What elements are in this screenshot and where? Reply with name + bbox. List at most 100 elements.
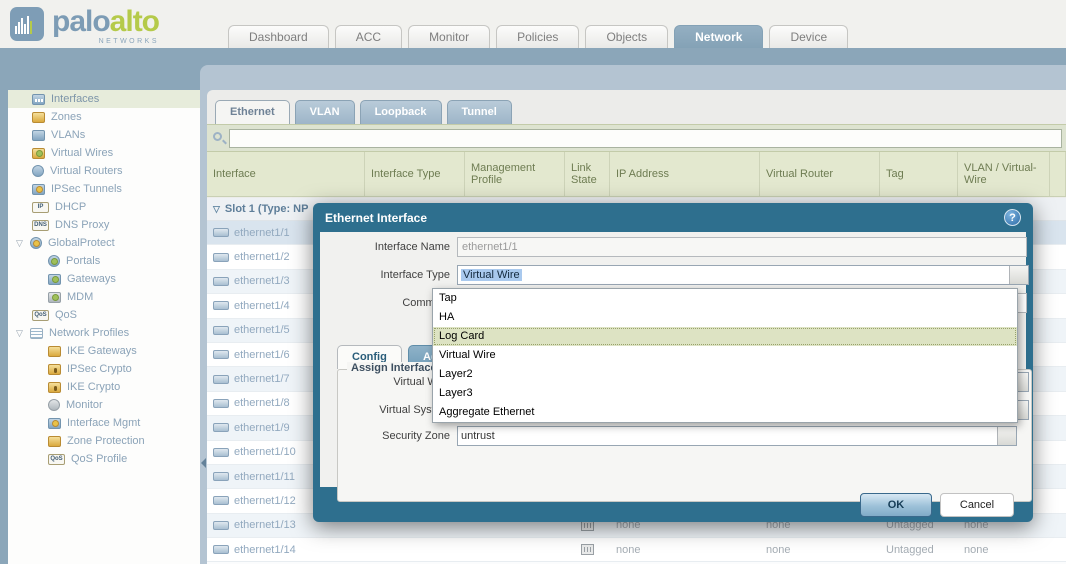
interface-type-select[interactable]: Virtual Wire — [457, 265, 1029, 285]
mdm-icon — [48, 292, 61, 303]
subtab-tunnel[interactable]: Tunnel — [447, 100, 512, 124]
tab-acc[interactable]: ACC — [335, 25, 402, 48]
sidebar-item-virtual-wires[interactable]: Virtual Wires — [8, 144, 200, 162]
interface-name-input[interactable] — [457, 237, 1027, 257]
interface-name[interactable]: ethernet1/9 — [234, 422, 290, 434]
sidebar-item-label: Monitor — [66, 399, 103, 411]
ethernet-port-icon — [213, 301, 229, 310]
interface-name[interactable]: ethernet1/6 — [234, 349, 290, 361]
interface-name[interactable]: ethernet1/7 — [234, 373, 290, 385]
tab-dashboard[interactable]: Dashboard — [228, 25, 329, 48]
ike-gateways-icon — [48, 346, 61, 357]
col-interface[interactable]: Interface — [207, 152, 365, 196]
sidebar-item-label: Interface Mgmt — [67, 417, 140, 429]
sidebar-item-mdm[interactable]: MDM — [8, 288, 200, 306]
sidebar-item-label: Virtual Routers — [50, 165, 123, 177]
sidebar-item-dns-proxy[interactable]: DNS DNS Proxy — [8, 216, 200, 234]
sidebar-item-gateways[interactable]: Gateways — [8, 270, 200, 288]
sidebar-item-dhcp[interactable]: IP DHCP — [8, 198, 200, 216]
sidebar-splitter[interactable] — [200, 90, 207, 564]
table-header: Interface Interface Type Management Prof… — [207, 152, 1066, 197]
tab-monitor[interactable]: Monitor — [408, 25, 490, 48]
interface-name[interactable]: ethernet1/3 — [234, 275, 290, 287]
sidebar-item-qos[interactable]: QoS QoS — [8, 306, 200, 324]
tab-network[interactable]: Network — [674, 25, 763, 48]
sidebar-item-label: QoS — [55, 309, 77, 321]
sidebar-item-virtual-routers[interactable]: Virtual Routers — [8, 162, 200, 180]
tab-device[interactable]: Device — [769, 25, 848, 48]
tab-objects[interactable]: Objects — [585, 25, 668, 48]
col-ip-address[interactable]: IP Address — [610, 152, 760, 196]
col-link-state[interactable]: Link State — [565, 152, 610, 196]
collapse-sidebar-icon[interactable] — [201, 458, 206, 468]
ethernet-port-icon — [213, 423, 229, 432]
sidebar-item-ipsec-crypto[interactable]: IPSec Crypto — [8, 360, 200, 378]
sidebar-item-interfaces[interactable]: Interfaces — [8, 90, 200, 108]
search-input[interactable] — [229, 129, 1062, 148]
interface-name[interactable]: ethernet1/14 — [234, 544, 296, 556]
sidebar-item-ipsec-tunnels[interactable]: IPSec Tunnels — [8, 180, 200, 198]
main-nav-tabs: Dashboard ACC Monitor Policies Objects N… — [228, 25, 848, 48]
sidebar-item-ike-crypto[interactable]: IKE Crypto — [8, 378, 200, 396]
col-interface-type[interactable]: Interface Type — [365, 152, 465, 196]
dropdown-option-layer3[interactable]: Layer3 — [433, 384, 1017, 403]
interface-name[interactable]: ethernet1/10 — [234, 446, 296, 458]
subtab-ethernet[interactable]: Ethernet — [215, 100, 290, 124]
expander-icon[interactable]: ▽ — [16, 238, 30, 249]
expander-icon[interactable]: ▽ — [16, 328, 30, 339]
sidebar-item-monitor[interactable]: Monitor — [8, 396, 200, 414]
sidebar-item-globalprotect[interactable]: ▽ GlobalProtect — [8, 234, 200, 252]
logo-text-alto: alto — [110, 5, 159, 38]
sidebar-item-interface-mgmt[interactable]: Interface Mgmt — [8, 414, 200, 432]
interface-name[interactable]: ethernet1/11 — [234, 471, 295, 483]
sidebar-item-qos-profile[interactable]: QoS QoS Profile — [8, 450, 200, 468]
interfaces-icon — [32, 94, 45, 105]
interface-name[interactable]: ethernet1/4 — [234, 300, 290, 312]
ethernet-port-icon — [213, 399, 229, 408]
sidebar-item-ike-gateways[interactable]: IKE Gateways — [8, 342, 200, 360]
sidebar-item-label: Gateways — [67, 273, 116, 285]
subtab-loopback[interactable]: Loopback — [360, 100, 442, 124]
col-virtual-router[interactable]: Virtual Router — [760, 152, 880, 196]
security-zone-value: untrust — [461, 430, 495, 442]
dropdown-option-layer2[interactable]: Layer2 — [433, 365, 1017, 384]
virtual-routers-icon — [32, 165, 44, 177]
col-vlan-vwire[interactable]: VLAN / Virtual-Wire — [958, 152, 1050, 196]
chevron-down-icon[interactable] — [997, 427, 1016, 445]
help-icon[interactable]: ? — [1004, 209, 1021, 226]
dropdown-option-tap[interactable]: Tap — [433, 289, 1017, 308]
ethernet-port-icon — [213, 545, 229, 554]
col-filler — [1050, 152, 1066, 196]
ok-button[interactable]: OK — [860, 493, 932, 517]
security-zone-select[interactable]: untrust — [457, 426, 1017, 446]
sidebar-item-network-profiles[interactable]: ▽ Network Profiles — [8, 324, 200, 342]
sidebar-item-zone-protection[interactable]: Zone Protection — [8, 432, 200, 450]
table-row[interactable]: ethernet1/14 none none Untagged none — [207, 538, 1066, 562]
dropdown-option-ha[interactable]: HA — [433, 308, 1017, 327]
sidebar-item-label: Interfaces — [51, 93, 99, 105]
sidebar-item-zones[interactable]: Zones — [8, 108, 200, 126]
interface-name[interactable]: ethernet1/5 — [234, 324, 290, 336]
interface-name[interactable]: ethernet1/8 — [234, 397, 290, 409]
dropdown-option-log-card[interactable]: Log Card — [433, 327, 1017, 346]
collapse-group-icon[interactable]: ▽ — [213, 204, 220, 215]
ethernet-port-icon — [213, 253, 229, 262]
interface-name[interactable]: ethernet1/13 — [234, 519, 296, 531]
ethernet-port-icon — [213, 448, 229, 457]
interface-name[interactable]: ethernet1/2 — [234, 251, 290, 263]
dialog-footer: OK Cancel — [313, 487, 1033, 522]
cancel-button[interactable]: Cancel — [940, 493, 1014, 517]
sidebar-item-vlans[interactable]: VLANs — [8, 126, 200, 144]
sidebar-item-portals[interactable]: Portals — [8, 252, 200, 270]
tab-policies[interactable]: Policies — [496, 25, 579, 48]
network-profiles-icon — [30, 328, 43, 339]
ethernet-port-icon — [213, 472, 229, 481]
col-tag[interactable]: Tag — [880, 152, 958, 196]
col-mgmt-profile[interactable]: Management Profile — [465, 152, 565, 196]
subtab-vlan[interactable]: VLAN — [295, 100, 355, 124]
chevron-down-icon[interactable] — [1009, 266, 1028, 284]
dropdown-option-virtual-wire[interactable]: Virtual Wire — [433, 346, 1017, 365]
interface-name[interactable]: ethernet1/1 — [234, 227, 290, 239]
interface-name[interactable]: ethernet1/12 — [234, 495, 296, 507]
dropdown-option-aggregate-ethernet[interactable]: Aggregate Ethernet — [433, 403, 1017, 422]
